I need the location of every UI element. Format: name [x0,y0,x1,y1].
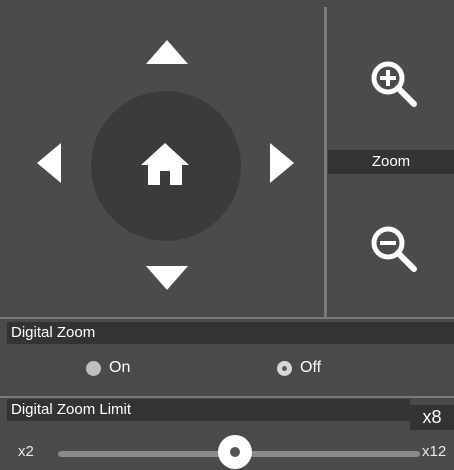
radio-dot-off [277,360,292,376]
digital-zoom-on-radio[interactable]: On [86,359,130,377]
arrow-down-icon[interactable] [146,266,188,290]
zoom-limit-slider-thumb[interactable] [218,435,252,469]
panel-divider [324,7,327,317]
home-icon [141,143,189,185]
zoom-label: Zoom [328,150,454,174]
slider-max-label: x12 [422,443,447,460]
digital-zoom-off-label: Off [300,359,322,376]
digital-zoom-limit-header: Digital Zoom Limit [7,399,410,421]
section-separator-2 [0,396,454,398]
digital-zoom-on-label: On [109,359,131,376]
zoom-in-icon[interactable] [370,60,418,108]
arrow-up-icon[interactable] [146,40,188,64]
home-button[interactable] [91,91,241,241]
section-separator [0,317,454,319]
radio-dot-on [86,360,101,376]
digital-zoom-off-radio[interactable]: Off [277,359,321,377]
arrow-left-icon[interactable] [37,143,61,183]
arrow-right-icon[interactable] [270,143,294,183]
zoom-limit-value: x8 [410,405,454,430]
zoom-out-icon[interactable] [370,225,418,273]
slider-min-label: x2 [18,443,34,460]
digital-zoom-header: Digital Zoom [7,322,454,344]
